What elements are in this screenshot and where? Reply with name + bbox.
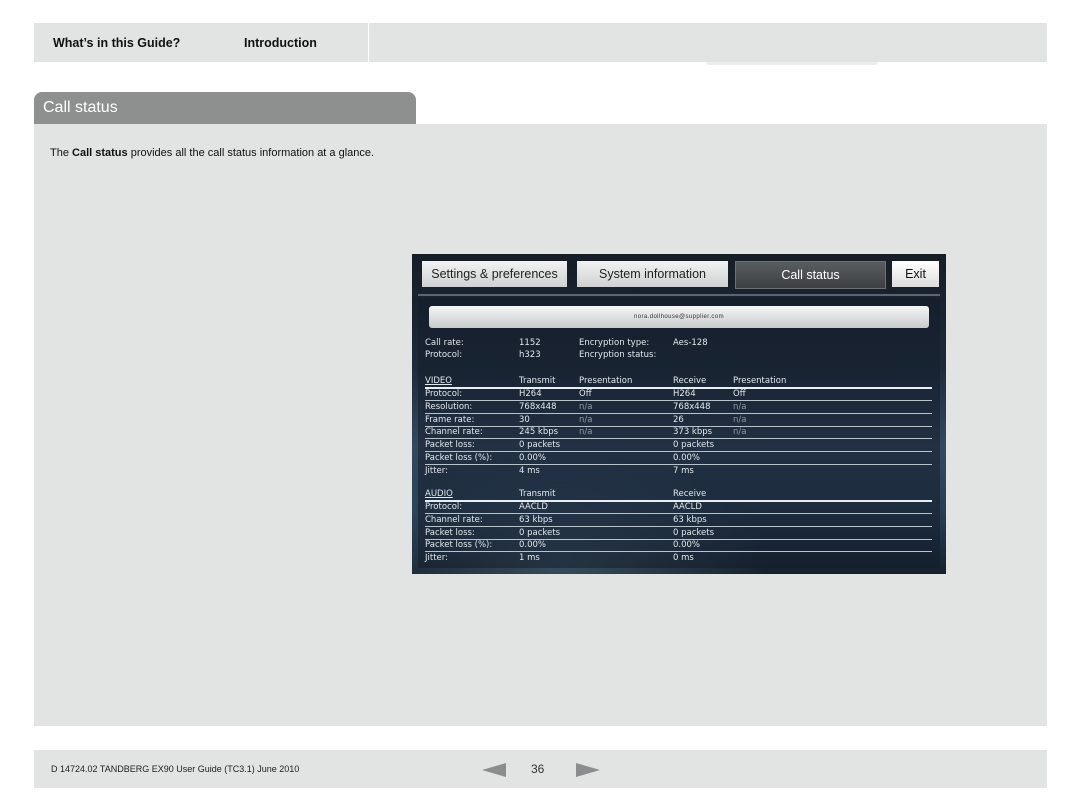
audio-cell: Protocol: bbox=[425, 502, 463, 512]
encryption-status-label: Encryption status: bbox=[579, 350, 657, 360]
video-cell: 0.00% bbox=[673, 453, 701, 463]
audio-header-1: Transmit bbox=[519, 489, 556, 499]
call-rate-value: 1152 bbox=[519, 338, 541, 348]
video-cell: 0 packets bbox=[673, 440, 714, 451]
section-title: Call status bbox=[43, 99, 118, 116]
video-cell: n/a bbox=[579, 427, 593, 438]
video-cell: n/a bbox=[579, 414, 593, 425]
audio-cell: Packet loss (%): bbox=[425, 540, 493, 551]
encryption-type-label: Encryption type: bbox=[579, 338, 650, 348]
protocol-value: h323 bbox=[519, 350, 541, 360]
video-cell: n/a bbox=[579, 401, 593, 412]
video-header-1: Transmit bbox=[519, 376, 556, 386]
video-header-0: VIDEO bbox=[425, 376, 452, 386]
video-header-4: Presentation bbox=[733, 376, 787, 386]
audio-cell: 63 kbps bbox=[673, 514, 707, 525]
nav-tab-introduction[interactable]: Introduction bbox=[244, 23, 317, 62]
audio-header-3: Receive bbox=[673, 489, 707, 499]
audio-cell: 63 kbps bbox=[519, 514, 553, 525]
audio-cell: 0 ms bbox=[673, 553, 694, 564]
video-cell: Protocol: bbox=[425, 389, 463, 399]
audio-cell: 0.00% bbox=[673, 540, 701, 551]
top-navigation: What’s in this Guide? Introduction bbox=[34, 23, 1047, 65]
video-cell: H264 bbox=[673, 389, 696, 399]
section-header: Call status bbox=[34, 92, 416, 124]
audio-cell: 0 packets bbox=[673, 527, 714, 538]
tab-underline bbox=[418, 294, 940, 296]
audio-cell: 0.00% bbox=[519, 540, 547, 551]
video-cell: 768x448 bbox=[673, 401, 711, 412]
nav-divider bbox=[368, 23, 369, 62]
video-header-3: Receive bbox=[673, 376, 707, 386]
video-cell: Off bbox=[733, 389, 746, 399]
video-cell: 768x448 bbox=[519, 401, 557, 412]
tab-settings-preferences[interactable]: Settings & preferences bbox=[422, 261, 567, 287]
video-cell: Packet loss (%): bbox=[425, 453, 493, 463]
audio-cell: Jitter: bbox=[425, 553, 448, 564]
nav-underline bbox=[706, 62, 878, 65]
video-cell: 26 bbox=[673, 414, 684, 425]
exit-button[interactable]: Exit bbox=[892, 261, 939, 287]
audio-header-0: AUDIO bbox=[425, 489, 453, 499]
protocol-label: Protocol: bbox=[425, 350, 463, 360]
intro-suffix: provides all the call status information… bbox=[127, 147, 375, 159]
call-status-screenshot: Settings & preferences System informatio… bbox=[412, 254, 946, 574]
audio-cell: Packet loss: bbox=[425, 527, 475, 538]
video-cell: 7 ms bbox=[673, 465, 694, 476]
video-cell: 245 kbps bbox=[519, 427, 559, 438]
video-cell: Channel rate: bbox=[425, 427, 483, 438]
video-cell: 4 ms bbox=[519, 465, 540, 476]
video-cell: Frame rate: bbox=[425, 414, 475, 425]
call-rate-label: Call rate: bbox=[425, 338, 464, 348]
video-cell: Packet loss: bbox=[425, 440, 475, 451]
video-cell: 373 kbps bbox=[673, 427, 713, 438]
footer-bar: D 14724.02 TANDBERG EX90 User Guide (TC3… bbox=[34, 750, 1047, 788]
video-cell: Off bbox=[579, 389, 592, 399]
audio-cell: Channel rate: bbox=[425, 514, 483, 525]
screen-tab-bar: Settings & preferences System informatio… bbox=[412, 254, 946, 294]
video-cell: 0.00% bbox=[519, 453, 547, 463]
audio-cell: 0 packets bbox=[519, 527, 560, 538]
previous-page-arrow-icon[interactable] bbox=[482, 763, 506, 777]
tab-call-status[interactable]: Call status bbox=[735, 261, 886, 289]
next-page-arrow-icon[interactable] bbox=[576, 763, 600, 777]
remote-address-bar[interactable]: nora.dollhouse@supplier.com bbox=[429, 306, 929, 328]
video-cell: n/a bbox=[733, 401, 747, 412]
video-cell: n/a bbox=[733, 427, 747, 438]
video-header-2: Presentation bbox=[579, 376, 633, 386]
document-reference: D 14724.02 TANDBERG EX90 User Guide (TC3… bbox=[51, 764, 300, 774]
video-cell: 30 bbox=[519, 414, 530, 425]
page-number: 36 bbox=[531, 762, 545, 776]
video-cell: 0 packets bbox=[519, 440, 560, 451]
intro-prefix: The bbox=[50, 147, 73, 159]
audio-cell: AACLD bbox=[519, 502, 548, 512]
video-cell: n/a bbox=[733, 414, 747, 425]
intro-bold: Call status bbox=[72, 147, 128, 159]
tab-system-information[interactable]: System information bbox=[577, 261, 728, 287]
video-cell: Jitter: bbox=[425, 465, 448, 476]
video-cell: Resolution: bbox=[425, 401, 473, 412]
intro-paragraph: The Call status provides all the call st… bbox=[50, 146, 390, 160]
nav-tab-whats-in-guide[interactable]: What’s in this Guide? bbox=[53, 23, 180, 62]
audio-cell: 1 ms bbox=[519, 553, 540, 564]
encryption-type-value: Aes-128 bbox=[673, 338, 708, 348]
video-cell: H264 bbox=[519, 389, 542, 399]
audio-cell: AACLD bbox=[673, 502, 702, 512]
